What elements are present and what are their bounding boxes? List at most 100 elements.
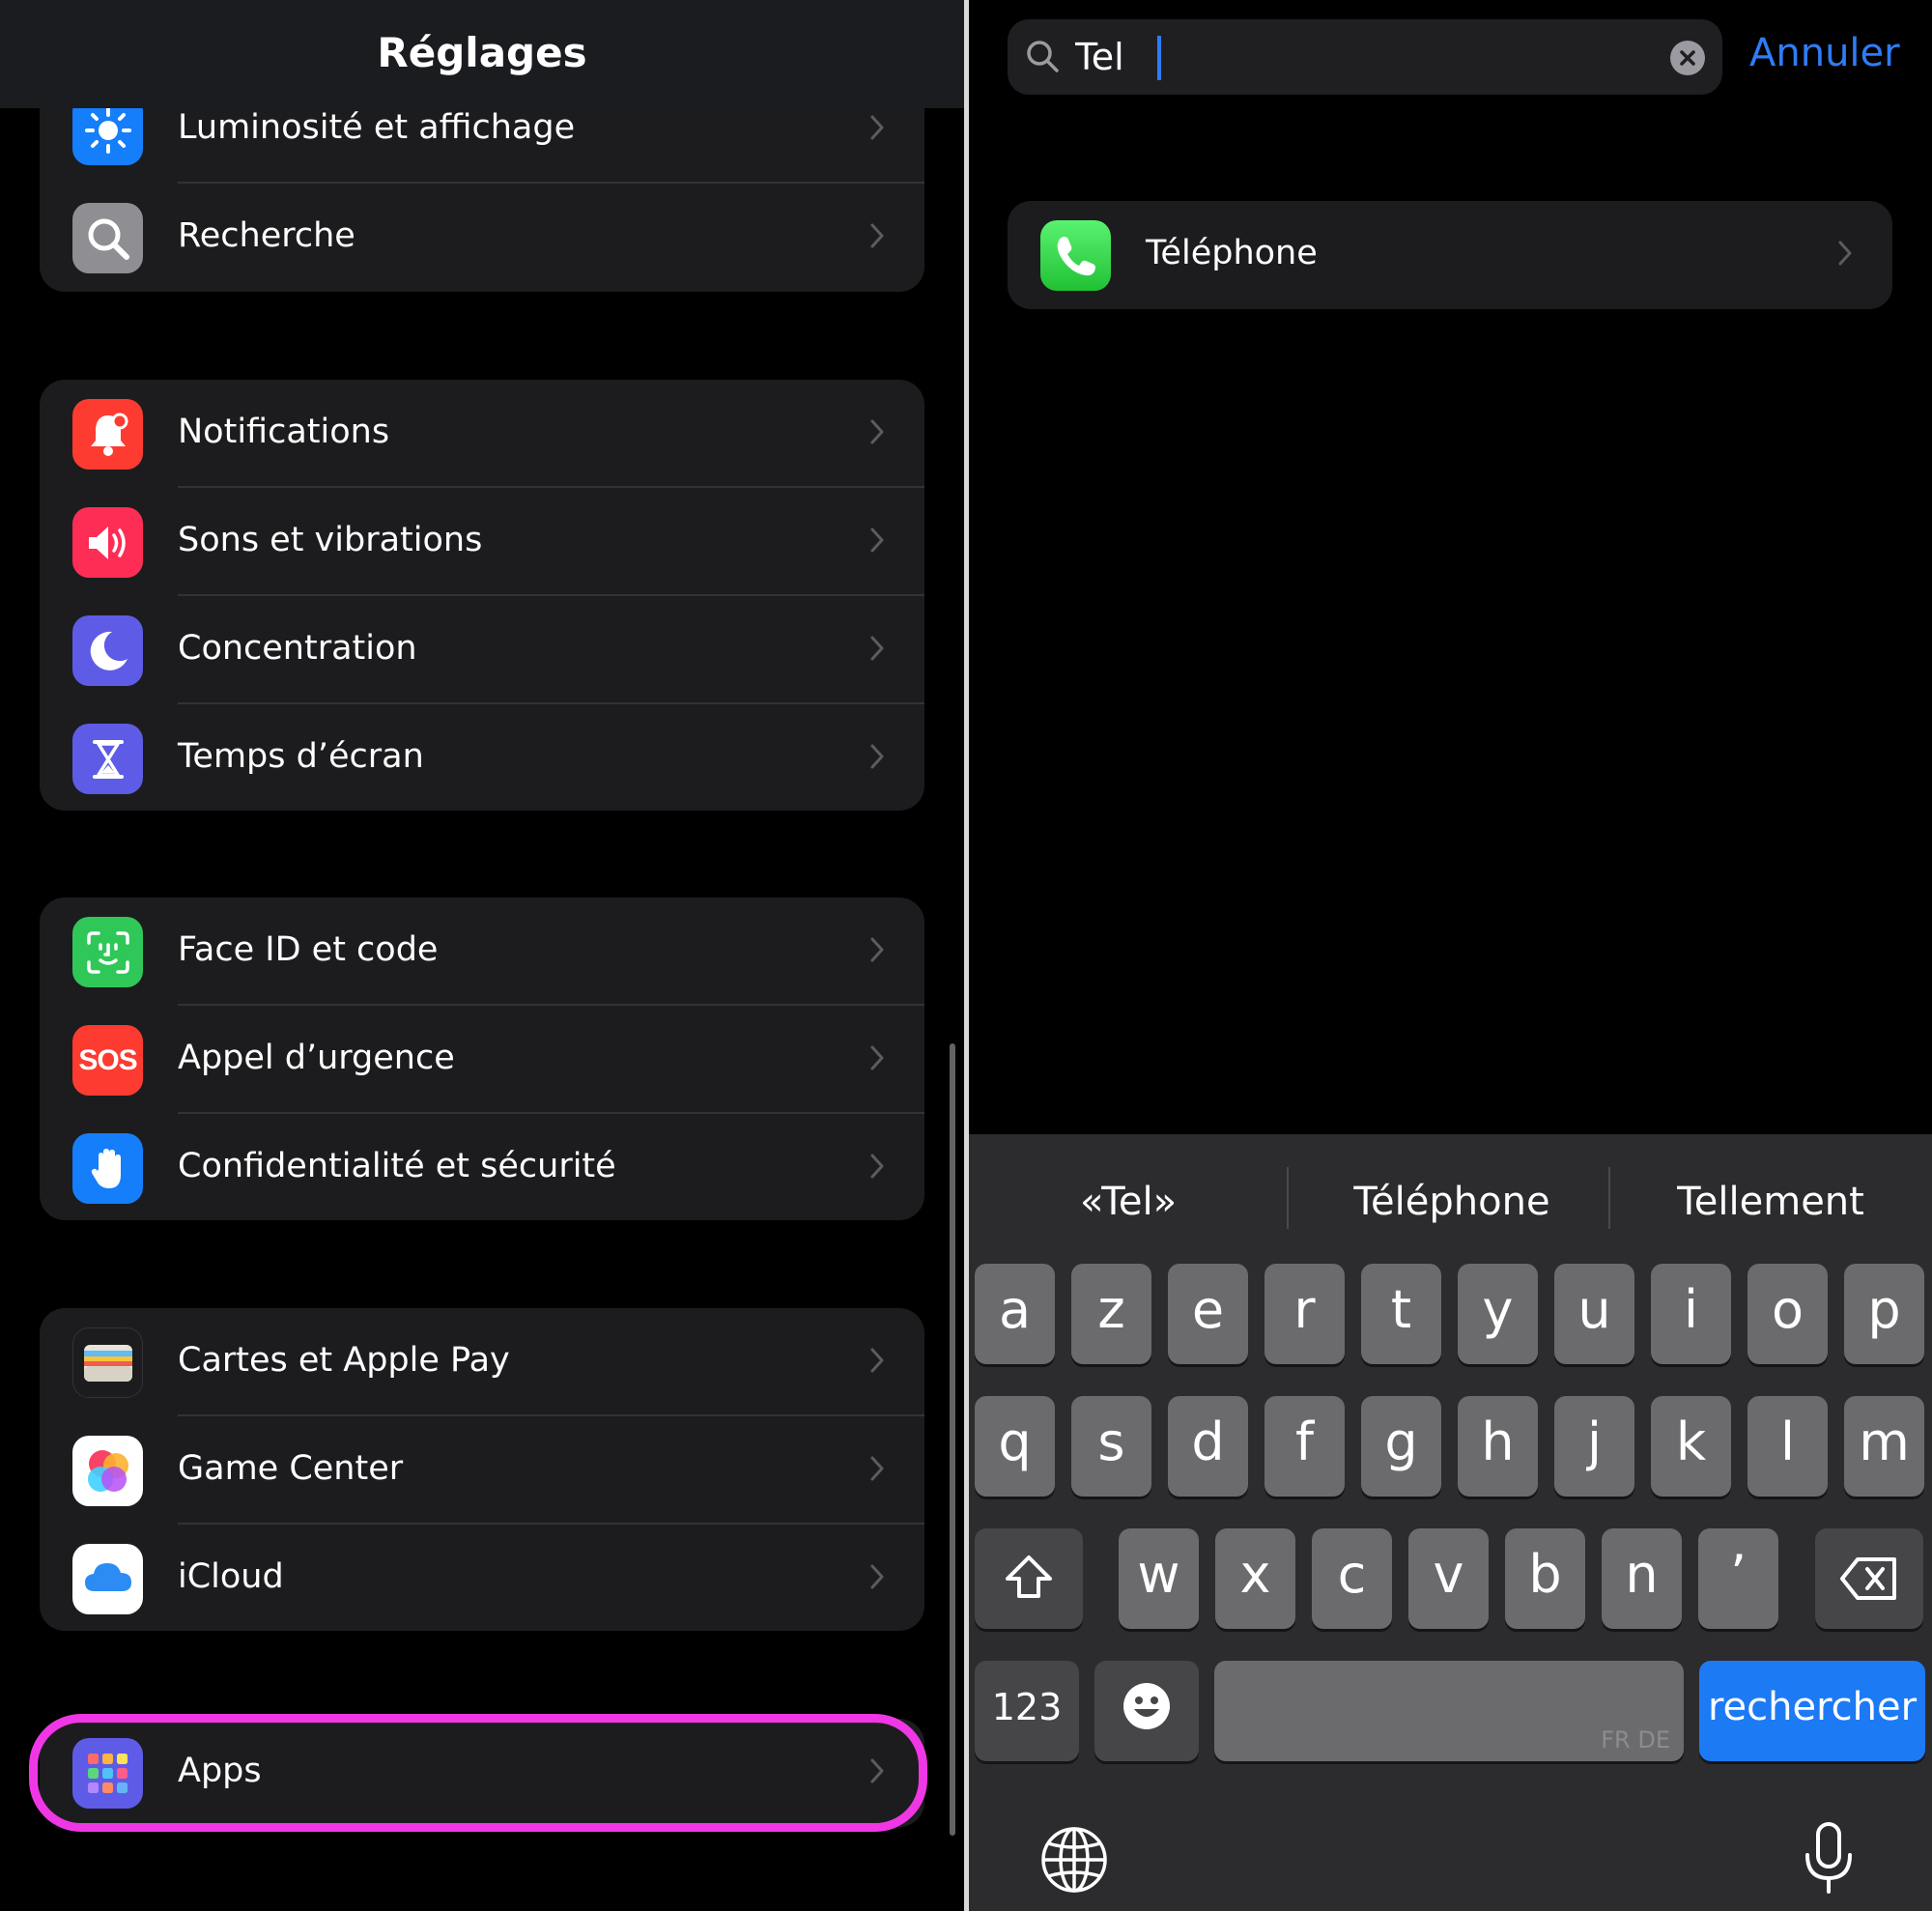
navigation-bar: Réglages bbox=[0, 0, 964, 108]
key-v[interactable]: v bbox=[1408, 1528, 1489, 1629]
shift-icon bbox=[1006, 1555, 1052, 1598]
settings-item-face-id[interactable]: Face ID et code bbox=[40, 898, 924, 1006]
key-u[interactable]: u bbox=[1554, 1264, 1634, 1364]
key-w[interactable]: w bbox=[1119, 1528, 1199, 1629]
settings-item-icloud[interactable]: iCloud bbox=[40, 1525, 924, 1631]
settings-item-privacy[interactable]: Confidentialité et sécurité bbox=[40, 1114, 924, 1220]
backspace-icon bbox=[1840, 1557, 1896, 1600]
numbers-key[interactable]: 123 bbox=[975, 1661, 1079, 1761]
chevron-right-icon bbox=[870, 1045, 884, 1070]
settings-item-sounds[interactable]: Sons et vibrations bbox=[40, 488, 924, 596]
settings-item-label: Confidentialité et sécurité bbox=[178, 1147, 616, 1185]
keyboard: «Tel» Téléphone Tellement a z e r t y u … bbox=[969, 1134, 1932, 1911]
chevron-right-icon bbox=[870, 744, 884, 769]
key-o[interactable]: o bbox=[1747, 1264, 1828, 1364]
settings-item-game-center[interactable]: Game Center bbox=[40, 1416, 924, 1525]
key-k[interactable]: k bbox=[1651, 1396, 1731, 1497]
search-return-key[interactable]: rechercher bbox=[1699, 1661, 1925, 1761]
cancel-button[interactable]: Annuler bbox=[1749, 31, 1900, 75]
moon-icon bbox=[72, 615, 143, 686]
settings-item-label: Cartes et Apple Pay bbox=[178, 1341, 510, 1380]
settings-group-notifications: Notifications Sons et vibrations Concent… bbox=[40, 380, 924, 811]
suggestion-2[interactable]: Téléphone bbox=[1297, 1173, 1606, 1231]
key-d[interactable]: d bbox=[1168, 1396, 1248, 1497]
settings-item-label: Appel d’urgence bbox=[178, 1039, 455, 1077]
clear-search-button[interactable] bbox=[1670, 41, 1705, 75]
scrollbar[interactable] bbox=[950, 1043, 955, 1836]
space-key[interactable]: FR DE bbox=[1214, 1661, 1684, 1761]
key-m[interactable]: m bbox=[1844, 1396, 1924, 1497]
settings-item-notifications[interactable]: Notifications bbox=[40, 380, 924, 488]
key-h[interactable]: h bbox=[1458, 1396, 1538, 1497]
settings-group-security: Face ID et code SOS Appel d’urgence Conf… bbox=[40, 898, 924, 1220]
chevron-right-icon bbox=[870, 419, 884, 444]
suggestion-3[interactable]: Tellement bbox=[1626, 1173, 1916, 1231]
search-pane: Annuler Téléphone «Tel» Téléphone Tellem… bbox=[969, 0, 1932, 1911]
key-f[interactable]: f bbox=[1264, 1396, 1345, 1497]
settings-item-label: iCloud bbox=[178, 1557, 284, 1596]
suggestion-1[interactable]: «Tel» bbox=[1008, 1173, 1249, 1231]
chevron-right-icon bbox=[870, 1456, 884, 1481]
suggestion-divider bbox=[1287, 1167, 1289, 1229]
settings-pane: Luminosité et affichage Recherche Réglag… bbox=[0, 0, 964, 1911]
hourglass-icon bbox=[72, 724, 143, 794]
chevron-right-icon bbox=[870, 937, 884, 962]
magnifier-icon bbox=[72, 203, 143, 273]
settings-item-focus[interactable]: Concentration bbox=[40, 596, 924, 704]
game-center-icon bbox=[72, 1436, 143, 1506]
search-result-label: Téléphone bbox=[1146, 234, 1318, 272]
key-r[interactable]: r bbox=[1264, 1264, 1345, 1364]
chevron-right-icon bbox=[1838, 241, 1852, 266]
settings-item-screen-time[interactable]: Temps d’écran bbox=[40, 704, 924, 811]
settings-item-label: Luminosité et affichage bbox=[178, 108, 576, 147]
wallet-icon bbox=[72, 1327, 143, 1398]
key-j[interactable]: j bbox=[1554, 1396, 1634, 1497]
settings-item-label: Notifications bbox=[178, 413, 390, 451]
key-n[interactable]: n bbox=[1602, 1528, 1682, 1629]
settings-item-label: Sons et vibrations bbox=[178, 521, 483, 559]
chevron-right-icon bbox=[870, 1564, 884, 1589]
key-i[interactable]: i bbox=[1651, 1264, 1731, 1364]
settings-item-label: Face ID et code bbox=[178, 930, 439, 969]
page-title: Réglages bbox=[377, 29, 587, 76]
key-apostrophe[interactable]: ’ bbox=[1698, 1528, 1778, 1629]
hand-icon bbox=[72, 1133, 143, 1204]
key-l[interactable]: l bbox=[1747, 1396, 1828, 1497]
chevron-right-icon bbox=[870, 636, 884, 661]
faceid-icon bbox=[72, 917, 143, 987]
emoji-icon bbox=[1123, 1683, 1170, 1729]
sos-icon-text: SOS bbox=[78, 1043, 137, 1076]
text-cursor bbox=[1157, 36, 1161, 80]
phone-icon bbox=[1040, 220, 1111, 291]
key-q[interactable]: q bbox=[975, 1396, 1055, 1497]
key-x[interactable]: x bbox=[1215, 1528, 1295, 1629]
settings-item-wallet[interactable]: Cartes et Apple Pay bbox=[40, 1308, 924, 1416]
settings-item-search[interactable]: Recherche bbox=[40, 184, 924, 292]
search-field[interactable] bbox=[1008, 19, 1722, 95]
key-s[interactable]: s bbox=[1071, 1396, 1151, 1497]
key-y[interactable]: y bbox=[1458, 1264, 1538, 1364]
shift-key[interactable] bbox=[975, 1528, 1083, 1629]
key-z[interactable]: z bbox=[1071, 1264, 1151, 1364]
settings-item-emergency-sos[interactable]: SOS Appel d’urgence bbox=[40, 1006, 924, 1114]
bell-icon bbox=[72, 399, 143, 470]
search-result-item[interactable]: Téléphone bbox=[1008, 201, 1892, 309]
key-a[interactable]: a bbox=[975, 1264, 1055, 1364]
close-icon bbox=[1680, 50, 1695, 66]
emoji-key[interactable] bbox=[1094, 1661, 1199, 1761]
space-language-label: FR DE bbox=[1601, 1726, 1670, 1754]
key-g[interactable]: g bbox=[1361, 1396, 1441, 1497]
sos-icon: SOS bbox=[72, 1025, 143, 1096]
globe-icon[interactable] bbox=[1038, 1824, 1110, 1896]
chevron-right-icon bbox=[870, 528, 884, 553]
microphone-icon[interactable] bbox=[1800, 1820, 1858, 1896]
chevron-right-icon bbox=[870, 1348, 884, 1373]
backspace-key[interactable] bbox=[1815, 1528, 1923, 1629]
key-c[interactable]: c bbox=[1312, 1528, 1392, 1629]
cloud-icon bbox=[72, 1544, 143, 1614]
key-p[interactable]: p bbox=[1844, 1264, 1924, 1364]
search-input[interactable] bbox=[1075, 29, 1655, 85]
key-b[interactable]: b bbox=[1505, 1528, 1585, 1629]
key-t[interactable]: t bbox=[1361, 1264, 1441, 1364]
key-e[interactable]: e bbox=[1168, 1264, 1248, 1364]
